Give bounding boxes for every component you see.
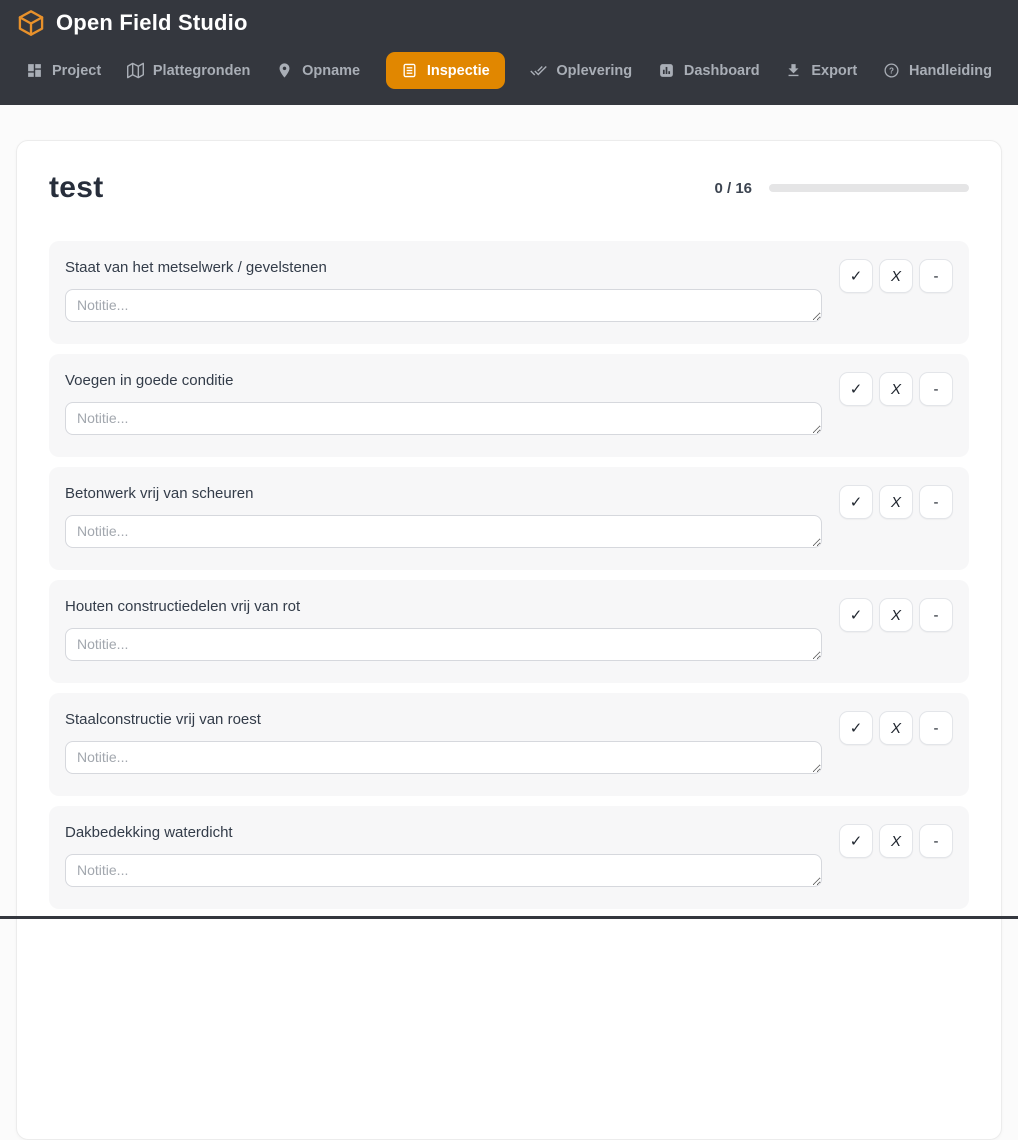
top-bar: Open Field Studio Project Plattegronden … — [0, 0, 1018, 105]
item-left: Voegen in goede conditie — [65, 372, 822, 435]
page-title: test — [49, 171, 104, 205]
item-left: Houten constructiedelen vrij van rot — [65, 598, 822, 661]
checklist-item: Staat van het metselwerk / gevelstenen ✓… — [49, 241, 969, 344]
grid-icon — [26, 62, 43, 79]
item-label: Houten constructiedelen vrij van rot — [65, 598, 822, 616]
item-actions: ✓ X - — [839, 485, 953, 519]
dash-button[interactable]: - — [919, 824, 953, 858]
progress-count: 0 / 16 — [714, 180, 752, 197]
nav-item-export[interactable]: Export — [785, 52, 857, 89]
main-nav: Project Plattegronden Opname Inspectie O… — [0, 52, 1018, 89]
note-input[interactable] — [65, 854, 822, 887]
item-left: Staalconstructie vrij van roest — [65, 711, 822, 774]
checklist-item: Betonwerk vrij van scheuren ✓ X - — [49, 467, 969, 570]
item-left: Dakbedekking waterdicht — [65, 824, 822, 887]
nav-item-dashboard[interactable]: Dashboard — [658, 52, 760, 89]
dash-button[interactable]: - — [919, 259, 953, 293]
cross-button[interactable]: X — [879, 372, 913, 406]
progress-group: 0 / 16 — [714, 180, 969, 197]
item-left: Betonwerk vrij van scheuren — [65, 485, 822, 548]
item-left: Staat van het metselwerk / gevelstenen — [65, 259, 822, 322]
checklist-item: Staalconstructie vrij van roest ✓ X - — [49, 693, 969, 796]
nav-item-oplevering[interactable]: Oplevering — [530, 52, 632, 89]
nav-item-project[interactable]: Project — [26, 52, 101, 89]
brand-row: Open Field Studio — [0, 5, 1018, 41]
check-button[interactable]: ✓ — [839, 711, 873, 745]
progress-bar — [769, 184, 969, 192]
item-actions: ✓ X - — [839, 598, 953, 632]
cross-button[interactable]: X — [879, 824, 913, 858]
svg-text:?: ? — [889, 66, 894, 75]
note-input[interactable] — [65, 741, 822, 774]
cross-button[interactable]: X — [879, 598, 913, 632]
checklist-item: Voegen in goede conditie ✓ X - — [49, 354, 969, 457]
note-input[interactable] — [65, 402, 822, 435]
item-actions: ✓ X - — [839, 824, 953, 858]
map-icon — [127, 62, 144, 79]
inspection-card: test 0 / 16 Staat van het metselwerk / g… — [16, 140, 1002, 1140]
dash-button[interactable]: - — [919, 598, 953, 632]
help-icon: ? — [883, 62, 900, 79]
card-header: test 0 / 16 — [49, 171, 969, 205]
check-button[interactable]: ✓ — [839, 598, 873, 632]
nav-item-opname[interactable]: Opname — [276, 52, 360, 89]
nav-item-handleiding[interactable]: ? Handleiding — [883, 52, 992, 89]
checklist-item: Dakbedekking waterdicht ✓ X - — [49, 806, 969, 909]
check-button[interactable]: ✓ — [839, 259, 873, 293]
check-button[interactable]: ✓ — [839, 372, 873, 406]
dash-button[interactable]: - — [919, 372, 953, 406]
download-icon — [785, 62, 802, 79]
item-label: Staalconstructie vrij van roest — [65, 711, 822, 729]
bar-chart-icon — [658, 62, 675, 79]
nav-item-plattegronden[interactable]: Plattegronden — [127, 52, 250, 89]
note-input[interactable] — [65, 628, 822, 661]
dash-button[interactable]: - — [919, 485, 953, 519]
brand-title: Open Field Studio — [56, 10, 248, 36]
item-label: Voegen in goede conditie — [65, 372, 822, 390]
cross-button[interactable]: X — [879, 485, 913, 519]
dash-button[interactable]: - — [919, 711, 953, 745]
check-button[interactable]: ✓ — [839, 824, 873, 858]
cross-button[interactable]: X — [879, 711, 913, 745]
cross-button[interactable]: X — [879, 259, 913, 293]
note-input[interactable] — [65, 515, 822, 548]
item-label: Betonwerk vrij van scheuren — [65, 485, 822, 503]
pin-icon — [276, 62, 293, 79]
item-label: Staat van het metselwerk / gevelstenen — [65, 259, 822, 277]
cube-icon — [17, 9, 45, 37]
item-actions: ✓ X - — [839, 259, 953, 293]
item-actions: ✓ X - — [839, 372, 953, 406]
double-check-icon — [530, 62, 547, 79]
checklist-item: Houten constructiedelen vrij van rot ✓ X… — [49, 580, 969, 683]
check-button[interactable]: ✓ — [839, 485, 873, 519]
note-input[interactable] — [65, 289, 822, 322]
checklist: Staat van het metselwerk / gevelstenen ✓… — [49, 241, 969, 909]
item-actions: ✓ X - — [839, 711, 953, 745]
clipboard-icon — [401, 62, 418, 79]
item-label: Dakbedekking waterdicht — [65, 824, 822, 842]
nav-item-inspectie[interactable]: Inspectie — [386, 52, 505, 89]
page-body: test 0 / 16 Staat van het metselwerk / g… — [0, 105, 1018, 1140]
